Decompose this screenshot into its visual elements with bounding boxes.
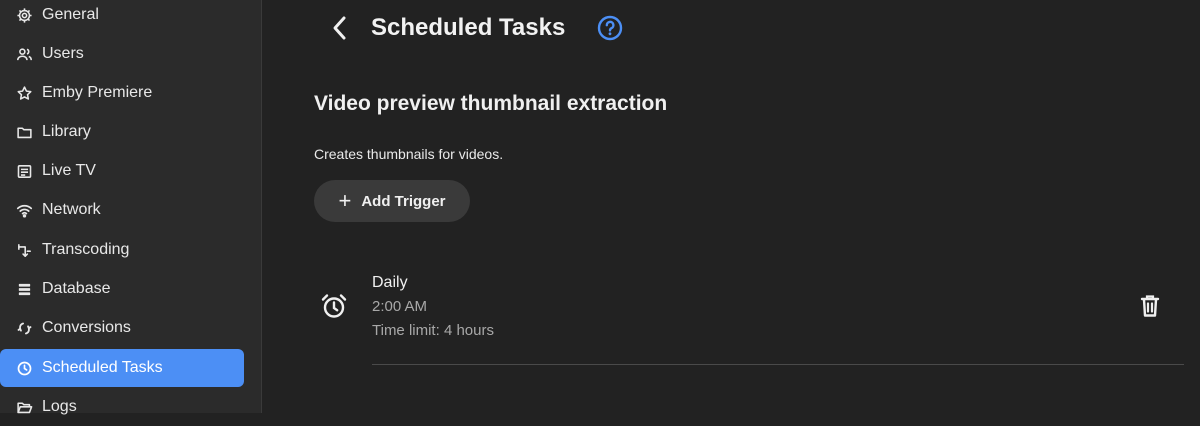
folder-icon xyxy=(15,123,33,141)
sync-icon xyxy=(15,319,33,337)
sidebar-item-database[interactable]: Database xyxy=(0,270,244,308)
tv-guide-icon xyxy=(15,162,33,180)
star-icon xyxy=(15,84,33,102)
sidebar-item-transcoding[interactable]: Transcoding xyxy=(0,231,244,269)
settings-sidebar: General Users Emby Premiere Library Live… xyxy=(0,0,262,415)
sidebar-item-emby-premiere[interactable]: Emby Premiere xyxy=(0,74,244,112)
sidebar-item-label: Live TV xyxy=(42,162,96,179)
sidebar-item-logs[interactable]: Logs xyxy=(0,388,244,426)
transcode-icon xyxy=(15,241,33,259)
sidebar-item-label: Network xyxy=(42,201,101,218)
delete-trigger-button[interactable] xyxy=(1136,292,1164,320)
wifi-icon xyxy=(15,201,33,219)
sidebar-item-label: Logs xyxy=(42,398,77,415)
sidebar-item-scheduled-tasks[interactable]: Scheduled Tasks xyxy=(0,349,244,387)
task-description: Creates thumbnails for videos. xyxy=(314,146,504,162)
trigger-title: Daily xyxy=(372,274,408,291)
main-content: Scheduled Tasks Video preview thumbnail … xyxy=(263,0,1200,413)
sidebar-item-label: Library xyxy=(42,123,91,140)
sidebar-item-label: Emby Premiere xyxy=(42,84,153,101)
plus-icon: + xyxy=(338,188,352,213)
sidebar-item-live-tv[interactable]: Live TV xyxy=(0,152,244,190)
sidebar-item-users[interactable]: Users xyxy=(0,35,244,73)
trigger-time: 2:00 AM xyxy=(372,298,428,315)
trash-icon xyxy=(1140,295,1160,317)
sidebar-item-network[interactable]: Network xyxy=(0,191,244,229)
users-icon xyxy=(15,45,33,63)
clock-icon xyxy=(15,359,33,377)
sidebar-item-label: Database xyxy=(42,280,111,297)
help-circle-icon[interactable] xyxy=(597,15,623,41)
alarm-icon xyxy=(321,294,347,318)
sidebar-item-label: Transcoding xyxy=(42,241,130,258)
divider xyxy=(372,364,1184,365)
gear-icon xyxy=(15,6,33,24)
sidebar-item-conversions[interactable]: Conversions xyxy=(0,309,244,347)
chevron-left-icon xyxy=(333,16,346,40)
trigger-row: Daily 2:00 AM Time limit: 4 hours xyxy=(314,268,1184,365)
task-name: Video preview thumbnail extraction xyxy=(314,92,668,115)
trigger-time-limit: Time limit: 4 hours xyxy=(372,322,494,339)
sidebar-item-general[interactable]: General xyxy=(0,0,244,34)
sidebar-item-label: General xyxy=(42,6,99,23)
sidebar-item-library[interactable]: Library xyxy=(0,113,244,151)
add-trigger-button[interactable]: + Add Trigger xyxy=(314,180,470,222)
sidebar-item-label: Users xyxy=(42,45,84,62)
back-button[interactable] xyxy=(325,12,355,44)
database-icon xyxy=(15,280,33,298)
add-trigger-label: Add Trigger xyxy=(361,192,446,210)
folder-open-icon xyxy=(15,398,33,416)
page-title: Scheduled Tasks xyxy=(371,14,566,41)
sidebar-item-label: Conversions xyxy=(42,319,131,336)
sidebar-item-label: Scheduled Tasks xyxy=(42,359,163,376)
